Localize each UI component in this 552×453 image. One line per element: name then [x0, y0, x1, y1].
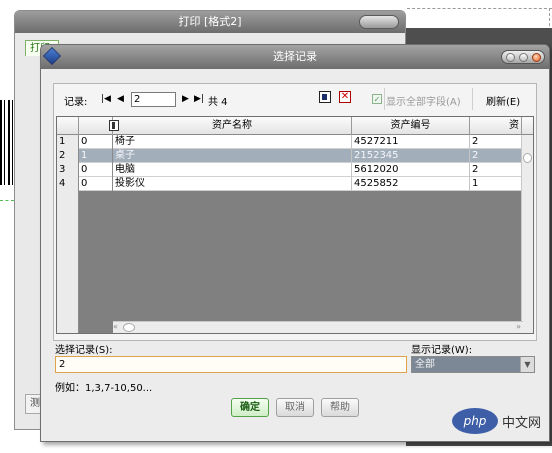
show-all-fields-label: 显示全部字段(A): [386, 97, 461, 108]
row-flag: 0: [79, 163, 113, 177]
select-records-dialog: 选择记录 记录: |◀ ◀ ▶ ▶| 共 4 ✕ ✓ 显示全部字段(A) 刷新(…: [40, 44, 550, 442]
close-icon[interactable]: [532, 53, 541, 62]
scroll-thumb[interactable]: [523, 153, 532, 163]
column-header-code[interactable]: 资产编号: [352, 117, 470, 135]
php-logo: php: [452, 408, 498, 434]
example-hint: 例如：1,3,7-10,50...: [55, 383, 153, 394]
barcode-fragment: [0, 100, 14, 185]
row-number: 4: [57, 177, 79, 191]
asset-code: 4527211: [352, 135, 470, 149]
cancel-button[interactable]: 取消: [276, 398, 314, 417]
show-records-value: 全部: [415, 359, 435, 370]
maximize-icon[interactable]: [519, 53, 528, 62]
table-row[interactable]: 3 0 电脑 5612020 2: [57, 163, 533, 177]
ok-button[interactable]: 确定: [231, 398, 269, 417]
next-record-icon[interactable]: ▶: [182, 94, 189, 104]
first-record-icon[interactable]: |◀: [101, 94, 111, 104]
page-border-top: [407, 8, 552, 9]
window-buttons: [501, 50, 545, 64]
scroll-thumb[interactable]: [123, 323, 135, 332]
dialog-title: 选择记录: [273, 50, 317, 63]
row-flag: 0: [79, 135, 113, 149]
records-panel: 记录: |◀ ◀ ▶ ▶| 共 4 ✕ ✓ 显示全部字段(A) 刷新(E) 资产…: [53, 83, 537, 341]
asset-code: 4525852: [352, 177, 470, 191]
minimize-icon[interactable]: [506, 53, 515, 62]
horizontal-scrollbar[interactable]: « »: [113, 321, 523, 333]
guide-line: [0, 200, 14, 201]
scroll-right-icon[interactable]: »: [516, 322, 521, 331]
row-flag: 1: [79, 149, 113, 163]
site-watermark: php 中文网: [452, 408, 544, 434]
column-header-select[interactable]: [79, 117, 119, 135]
asset-extra: 2: [470, 149, 522, 163]
show-records-label: 显示记录(W):: [411, 345, 473, 356]
select-records-label: 选择记录(S):: [55, 345, 113, 356]
asset-name: 椅子: [113, 135, 352, 149]
last-record-icon[interactable]: ▶|: [194, 94, 204, 104]
asset-name: 电脑: [113, 163, 352, 177]
row-flag: 0: [79, 177, 113, 191]
dialog-titlebar: 选择记录: [41, 45, 549, 69]
column-header-name[interactable]: 资产名称: [113, 117, 352, 135]
select-records-input[interactable]: [55, 356, 407, 373]
clear-selection-icon[interactable]: ✕: [339, 91, 351, 103]
asset-code: 5612020: [352, 163, 470, 177]
record-navigator: 记录: |◀ ◀ ▶ ▶| 共 4 ✕ ✓ 显示全部字段(A) 刷新(E): [54, 84, 538, 114]
print-window-titlebar: 打印 [格式2]: [15, 11, 405, 33]
record-total: 共 4: [208, 97, 228, 108]
table-row-selected[interactable]: 2 1 桌子 2152345 2: [57, 149, 533, 163]
show-records-select[interactable]: 全部 ▼: [411, 356, 535, 373]
grid-header: 资产名称 资产编号 资: [57, 117, 533, 135]
toolbar-separator: [384, 88, 385, 110]
table-row[interactable]: 1 0 椅子 4527211 2: [57, 135, 533, 149]
asset-extra: 2: [470, 135, 522, 149]
help-button[interactable]: 帮助: [321, 398, 359, 417]
app-icon: [42, 46, 62, 66]
row-number: 1: [57, 135, 79, 149]
asset-extra: 2: [470, 163, 522, 177]
vertical-scrollbar[interactable]: [521, 135, 533, 333]
refresh-button[interactable]: 刷新(E): [486, 93, 520, 108]
prev-record-icon[interactable]: ◀: [117, 94, 124, 104]
chevron-down-icon[interactable]: ▼: [520, 357, 534, 372]
print-window-title: 打印 [格式2]: [178, 15, 242, 28]
row-number: 3: [57, 163, 79, 177]
asset-name: 桌子: [113, 149, 352, 163]
asset-code: 2152345: [352, 149, 470, 163]
record-label: 记录:: [64, 97, 88, 108]
column-header-extra[interactable]: 资: [470, 117, 522, 135]
corner-cell: [57, 117, 79, 135]
current-record-input[interactable]: [131, 92, 176, 107]
window-controls[interactable]: [359, 15, 399, 29]
select-record-icon[interactable]: [319, 91, 331, 103]
toolbar-separator: [472, 88, 473, 110]
watermark-site-name: 中文网: [502, 416, 542, 431]
asset-extra: 1: [470, 177, 522, 191]
row-number: 2: [57, 149, 79, 163]
asset-name: 投影仪: [113, 177, 352, 191]
scroll-left-icon[interactable]: «: [113, 322, 118, 331]
table-row[interactable]: 4 0 投影仪 4525852 1: [57, 177, 533, 191]
records-grid: 资产名称 资产编号 资 1 0 椅子 4527211 2 2 1 桌子 2152…: [56, 116, 534, 334]
show-all-fields-checkbox[interactable]: ✓: [372, 94, 382, 104]
